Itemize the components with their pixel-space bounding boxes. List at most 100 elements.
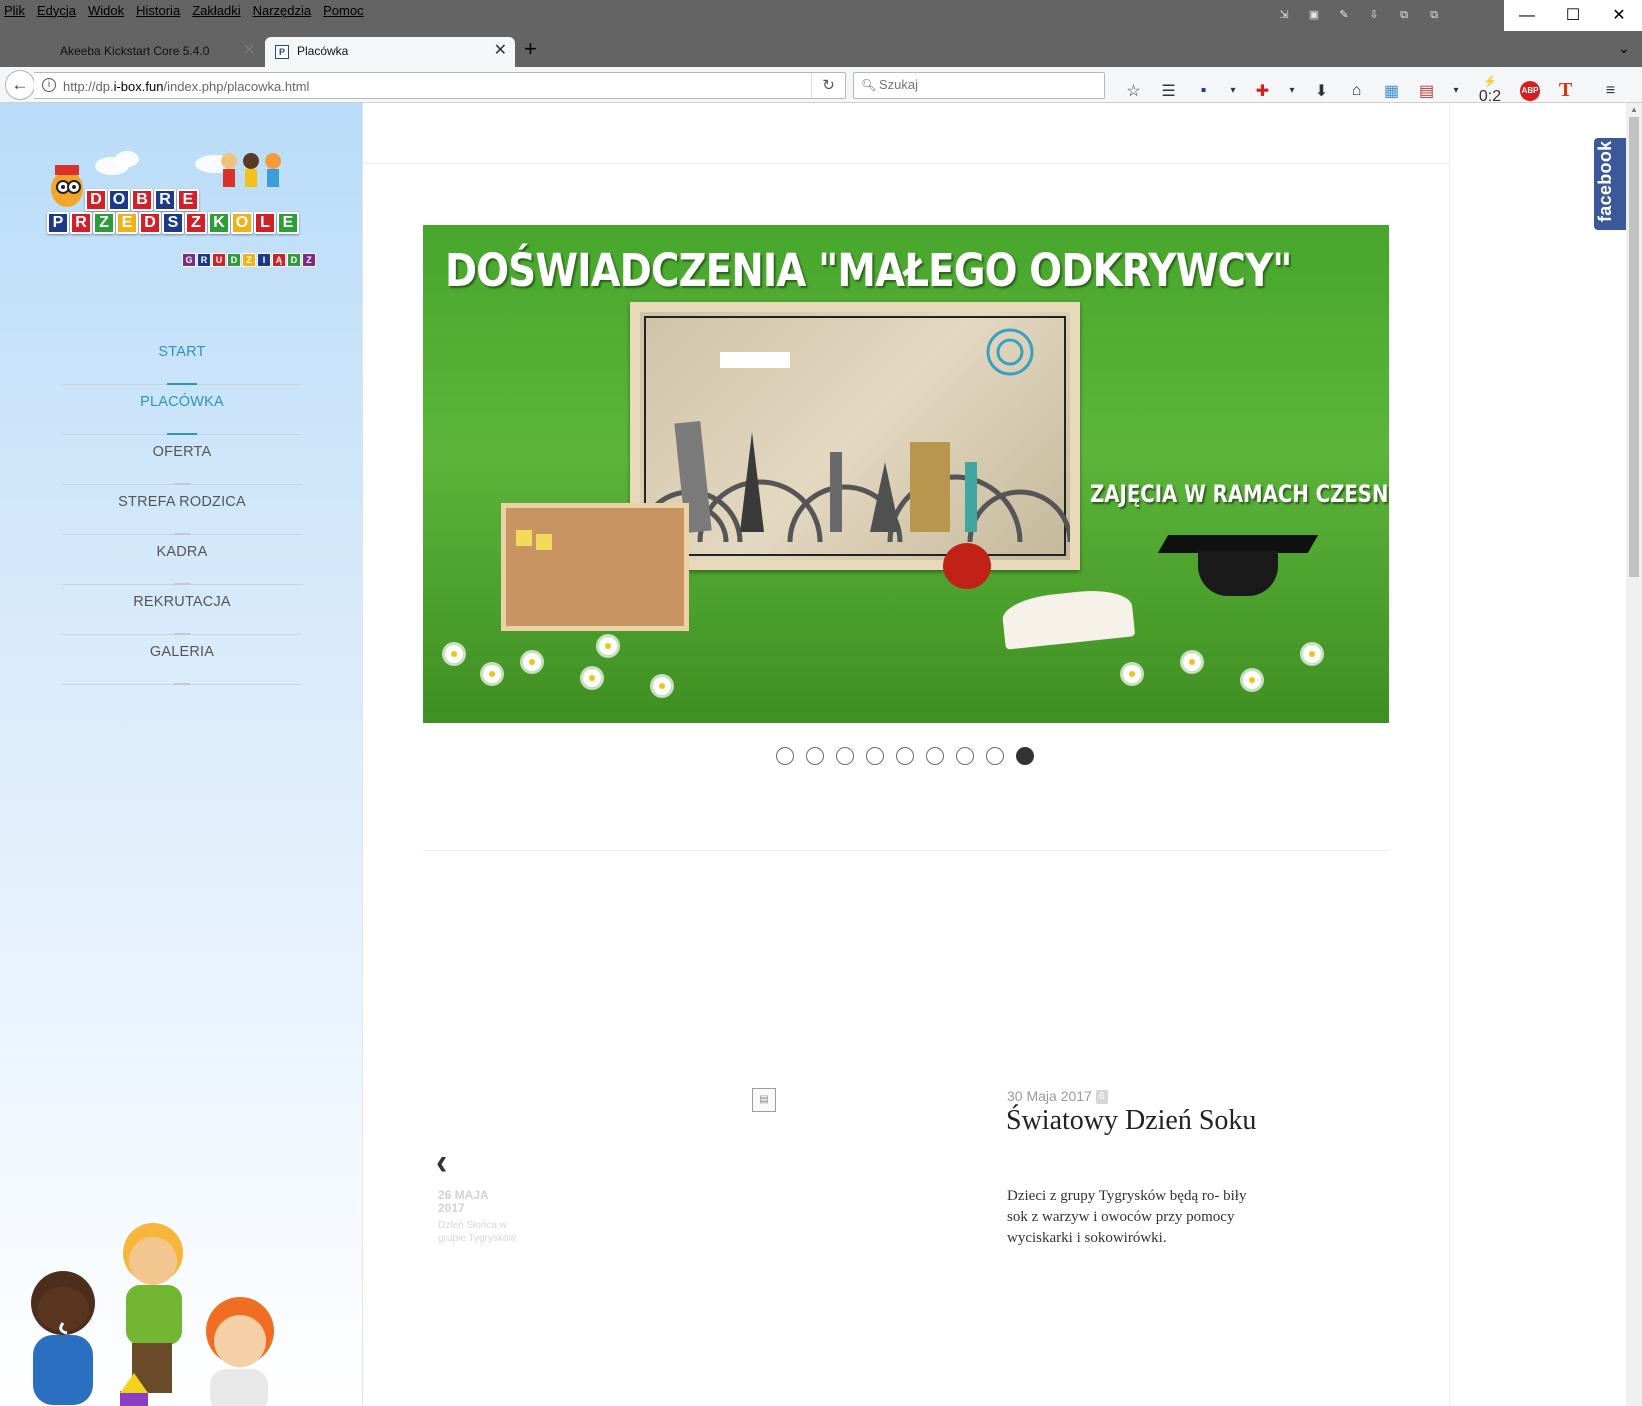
first-aid-dropdown-icon[interactable]: ▾ <box>1280 85 1304 96</box>
tab-placowka[interactable]: P Placówka ✕ <box>265 37 515 67</box>
save-icon[interactable]: ▪ <box>1186 82 1221 100</box>
new-tab-button[interactable]: + <box>524 36 537 62</box>
menu-pomoc[interactable]: Pomoc <box>323 3 363 18</box>
logo-letter: R <box>197 253 211 267</box>
window-cascade-icon[interactable]: ⧉ <box>1426 8 1442 22</box>
pin-icon[interactable]: ✎ <box>1336 8 1352 22</box>
nav-item-rekrutacja[interactable]: REKRUTACJA <box>62 585 302 635</box>
menu-narzedzia[interactable]: Narzędzia <box>253 3 312 18</box>
nav-item-strefa-rodzica[interactable]: STREFA RODZICA <box>62 485 302 535</box>
menu-plik[interactable]: Plik <box>4 3 25 18</box>
logo-letter: E <box>177 189 199 211</box>
nav-item-oferta[interactable]: OFERTA <box>62 435 302 485</box>
bookmark-star-icon[interactable]: ☆ <box>1116 81 1151 101</box>
logo-word-przedszkole: P R Z E D S Z K O L E <box>47 212 299 234</box>
pencil-mascot-icon <box>51 165 83 207</box>
scroll-up-icon[interactable]: ▲ <box>1630 105 1638 114</box>
title-bar-extensions: ⇲ ▣ ✎ ⇩ ⧉ ⧉ <box>1276 8 1442 22</box>
search-input[interactable] <box>879 77 1089 92</box>
downloads-icon[interactable]: ⬇ <box>1304 81 1339 101</box>
logo-letter: Ą <box>272 253 286 267</box>
close-tab-icon[interactable]: ✕ <box>494 37 507 65</box>
close-window-button[interactable]: ✕ <box>1596 0 1642 31</box>
toolbar-icons: ☆ ☰ ▪ ▾ ✚ ▾ ⬇ ⌂ ▦ ▤ ▾ ⚡0:2 ABP T ≡ <box>1116 75 1628 106</box>
reload-icon[interactable]: ↻ <box>811 73 845 98</box>
tab-list-chevron-icon[interactable]: ⌄ <box>1618 40 1630 57</box>
menu-historia[interactable]: Historia <box>136 3 180 18</box>
adblock-icon[interactable]: ABP <box>1520 80 1540 101</box>
menu-widok[interactable]: Widok <box>88 3 124 18</box>
menu-edycja[interactable]: Edycja <box>37 3 76 18</box>
slider-dot[interactable] <box>926 747 944 765</box>
window-tile-icon[interactable]: ⧉ <box>1396 8 1412 22</box>
slider-dot[interactable] <box>866 747 884 765</box>
logo-letter: I <box>257 253 271 267</box>
prev-news-date[interactable]: 26 MAJA 2017 <box>438 1189 518 1215</box>
capture-icon[interactable]: ▣ <box>1306 8 1322 22</box>
logo-letter: D <box>85 189 107 211</box>
tab-strip: Akeeba Kickstart Core 5.4.0 ✕ P Placówka… <box>0 35 1642 67</box>
site-logo[interactable]: D O B R E P R Z E D S Z K O L E G R U D … <box>43 149 321 281</box>
nav-item-placowka[interactable]: PLACÓWKA <box>62 385 302 435</box>
slider-dot[interactable] <box>836 747 854 765</box>
page-scrollbar[interactable]: ▲ <box>1626 103 1642 1406</box>
logo-letter: R <box>154 189 176 211</box>
screenshot-icon[interactable]: ▤ <box>1409 81 1444 101</box>
nav-item-kadra[interactable]: KADRA <box>62 535 302 585</box>
news-title[interactable]: Światowy Dzień Soku <box>1006 1106 1266 1135</box>
maximize-button[interactable]: ☐ <box>1550 0 1596 31</box>
nav-item-galeria[interactable]: GALERIA <box>62 635 302 685</box>
url-bar[interactable]: i http://dp.i-box.fun/index.php/placowka… <box>34 72 846 99</box>
slider-dot[interactable] <box>896 747 914 765</box>
home-icon[interactable]: ⌂ <box>1339 82 1374 100</box>
scrollbar-thumb[interactable] <box>1629 117 1639 577</box>
logo-letter: G <box>182 253 196 267</box>
facebook-tab[interactable]: facebook <box>1594 138 1626 230</box>
counter-badge[interactable]: ⚡0:2 <box>1468 75 1512 106</box>
reader-list-icon[interactable]: ☰ <box>1151 81 1186 101</box>
search-box[interactable]: 🔍︎ <box>853 72 1105 99</box>
logo-letter: P <box>47 212 69 234</box>
tab-akeeba[interactable]: Akeeba Kickstart Core 5.4.0 ✕ <box>14 37 264 67</box>
logo-letter: E <box>277 212 299 234</box>
image-icon[interactable]: ▦ <box>1374 81 1409 101</box>
hero-slide[interactable]: DOŚWIADCZENIA "MAŁEGO ODKRYWCY" ZAJĘCIA … <box>423 225 1389 723</box>
landmarks-illustration <box>640 328 1070 543</box>
hamburger-menu-icon[interactable]: ≡ <box>1593 82 1628 100</box>
menu-zakladki[interactable]: Zakładki <box>192 3 240 18</box>
logo-letter: D <box>139 212 161 234</box>
slide-subtitle: ZAJĘCIA W RAMACH CZESNEGO <box>1090 480 1389 508</box>
slider-dot-active[interactable] <box>1016 747 1034 765</box>
url-text[interactable]: http://dp.i-box.fun/index.php/placowka.h… <box>63 79 309 94</box>
minimize-button[interactable]: — <box>1504 0 1550 31</box>
search-icon: 🔍︎ <box>861 78 877 92</box>
first-aid-icon[interactable]: ✚ <box>1245 81 1280 101</box>
world-map-board <box>630 302 1080 570</box>
close-tab-icon[interactable]: ✕ <box>243 37 256 65</box>
logo-word-grudziadz: G R U D Z I Ą D Z <box>182 253 316 267</box>
site-info-icon[interactable]: i <box>42 78 56 92</box>
divider <box>423 850 1389 851</box>
daisy-decoration <box>1303 645 1321 663</box>
nav-item-start[interactable]: START <box>62 335 302 385</box>
slider-dot[interactable] <box>776 747 794 765</box>
graduation-cap-decoration <box>1157 535 1319 605</box>
download-bar-icon[interactable]: ⇩ <box>1366 8 1382 22</box>
save-dropdown-icon[interactable]: ▾ <box>1221 85 1245 96</box>
prev-news-arrow-icon[interactable]: ‹ <box>436 1141 447 1184</box>
cast-icon[interactable]: ⇲ <box>1276 8 1292 22</box>
back-button[interactable]: ← <box>5 70 35 100</box>
broken-image-icon[interactable]: ▤ <box>752 1088 776 1112</box>
url-domain: i-box.fun <box>113 79 164 94</box>
translate-icon[interactable]: T <box>1548 79 1583 102</box>
slider-dot[interactable] <box>956 747 974 765</box>
slider-dot[interactable] <box>806 747 824 765</box>
screenshot-dropdown-icon[interactable]: ▾ <box>1444 85 1468 96</box>
prev-news-title[interactable]: Dzień Słońca w grupie Tygrysków <box>438 1219 518 1245</box>
window-controls: — ☐ ✕ <box>1504 0 1642 31</box>
slider-pagination <box>776 747 1034 765</box>
slider-dot[interactable] <box>986 747 1004 765</box>
apple-decoration <box>943 543 991 589</box>
sidebar: D O B R E P R Z E D S Z K O L E G R U D … <box>0 103 363 1406</box>
menu-list: Plik Edycja Widok Historia Zakładki Narz… <box>4 3 364 18</box>
